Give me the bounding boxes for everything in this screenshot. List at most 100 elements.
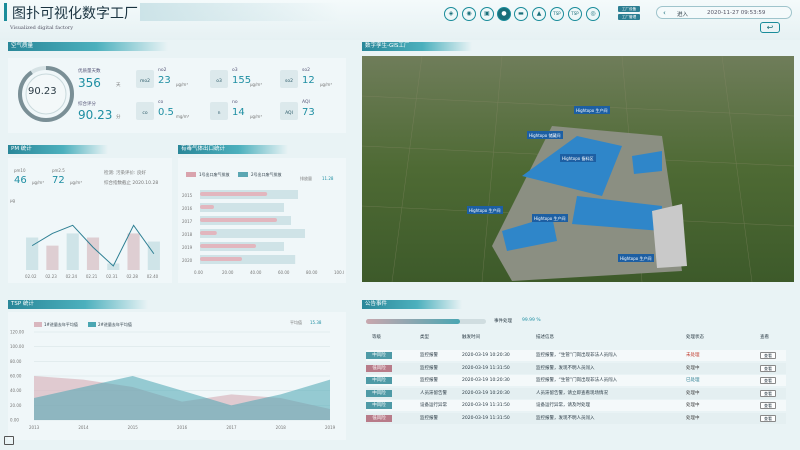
excellent-days-unit: 天 [116,83,121,88]
tsp-xtick: 2018 [276,425,287,430]
table-row[interactable]: 中风险 监控报警 2020-03-19 10:20:30 监控报警，“生管”门岗出现非… [366,350,786,361]
tsp-header: TSP 统计 [8,300,148,309]
factory-equipment-button[interactable]: 工厂设备 [618,6,640,12]
pm-bar [26,237,39,270]
risk-badge: 低风险 [366,414,392,422]
pm10-unit: μg/m³ [32,180,44,185]
view-button[interactable]: 查看 [760,352,776,359]
events-table-header: 等级 类型 触发时间 描述信息 处理状态 查看 [366,334,786,344]
view-button[interactable]: 查看 [760,389,776,397]
AQI-icon: AQI [280,102,298,120]
pm-desc-1: 检测: 污染评价: 良好 [104,171,146,176]
back-button[interactable]: ↩ [760,22,780,33]
excellent-days-label: 优质量天数 [78,69,101,74]
event-time: 2020-03-19 11:31:50 [462,365,510,371]
table-row[interactable]: 低风险 监控报警 2020-03-19 11:31:50 监控报警，发现不明人员闯入 处… [366,412,786,424]
gis-building-label[interactable]: Hightopo 生产间 [576,107,607,113]
view-button[interactable]: 查看 [760,414,776,422]
hazard-legend-1: 1号出口废气排放 [199,172,230,177]
tsp-icon[interactable]: TSP [550,7,564,21]
hazard-ytick: 2019 [182,245,193,250]
pm-bar [147,241,160,270]
aq-name: o3 [232,68,238,73]
datetime-text: 2020-11-27 09:53:59 [707,10,766,16]
tsp-chart: 0.00 20.00 40.00 60.00 80.00 100.00 120.00 2013… [10,330,336,431]
excellent-days-value: 356 [78,76,101,90]
aq-name: no2 [158,68,167,73]
event-type: 设备运行异常 [420,403,447,408]
view-button[interactable]: 查看 [760,402,776,409]
col-status: 处理状态 [686,335,704,340]
hazard-value: 11.28 [322,176,334,181]
hazard-bar-1 [200,257,242,261]
event-status: 处理中 [686,390,700,396]
tsp2-icon[interactable]: TSP [568,7,582,21]
risk-badge: 中风险 [366,389,392,397]
risk-badge: 中风险 [366,352,392,359]
progress-label: 事件处理 [494,319,512,324]
tsp-ytick: 40.00 [10,388,22,393]
aq-unit: mg/m³ [176,114,190,119]
event-status: 处理中 [686,415,700,421]
aq-name: AQI [302,100,310,105]
event-time: 2020-03-19 10:20:30 [462,353,510,358]
legend-swatch-2 [238,172,248,177]
gis-building-label[interactable]: Hightopo 生产间 [620,255,651,261]
table-row[interactable]: 低风险 监控报警 2020-03-19 11:31:50 监控报警，发现不明人员闯入 处… [366,362,786,374]
pm-bar [46,245,59,270]
hazard-xtick: 0.00 [194,270,203,275]
hazard-xtick: 100.00 [334,270,344,275]
image-icon[interactable]: ▣ [480,7,494,21]
chevron-left-icon[interactable]: ‹ [663,9,666,17]
gis-building-label[interactable]: Hightopo 储藏间 [529,132,560,138]
gis-building-label[interactable]: Hightopo 备料区 [562,155,593,161]
aq-item-co: co co 0.5 mg/m³ [136,100,196,124]
pm25-unit: μg/m³ [70,180,82,185]
tsp-legend-swatch-1 [34,322,42,327]
camera-icon[interactable]: ◉ [462,7,476,21]
hazard-header: 有毒气体出口统计 [178,145,288,154]
pm-bar [127,233,140,270]
shield-icon[interactable]: ◈ [444,7,458,21]
aq-item-o3: o3 o3 155 μg/m³ [210,68,270,92]
gis-building-label[interactable]: Hightopo 生产间 [534,215,565,221]
aq-value: 155 [232,75,252,86]
event-time: 2020-03-19 11:31:50 [462,403,510,408]
risk-badge: 中风险 [366,402,392,409]
aq-unit: μg/m³ [250,114,262,119]
event-progress-fill [366,319,460,324]
event-type: 人员滞留告警 [420,390,447,396]
pm-desc-2: 综合指数截止 2020.10.28 [104,181,159,186]
tsp-xtick: 2017 [226,425,237,430]
view-button[interactable]: 查看 [760,364,776,372]
tsp-ytick: 120.00 [10,330,24,335]
gis-map-view[interactable]: Hightopo 生产间 Hightopo 储藏间 Hightopo 备料区 High… [362,56,794,282]
gis-building-label[interactable]: Hightopo 生产间 [469,207,500,213]
factory-management-button[interactable]: 工厂管理 [618,14,640,20]
truck-icon[interactable]: ▬ [514,7,528,21]
hazard-bar-1 [200,231,217,235]
table-row[interactable]: 中风险 监控报警 2020-03-19 10:20:30 监控报警，“生管”门岗出现非… [366,375,786,386]
droplet-icon[interactable]: ● [497,7,511,21]
event-time: 2020-03-19 10:20:30 [462,390,510,396]
aq-unit: μg/m³ [250,82,262,87]
pm-xtick: 02.02 [25,274,37,279]
view-button[interactable]: 查看 [760,377,776,384]
table-row[interactable]: 中风险 人员滞留告警 2020-03-19 10:20:30 人员滞留告警，请立即查看… [366,387,786,399]
tsp-xtick: 2015 [128,425,139,430]
no-icon: n [210,102,228,120]
event-status: 已处理 [686,378,700,383]
events-header: 公告事件 [362,300,462,309]
aq-value: 73 [302,107,315,118]
legend-swatch-1 [186,172,196,177]
aq-item-no: n no 14 μg/m³ [210,100,270,124]
fullscreen-icon[interactable] [4,436,14,445]
table-row[interactable]: 中风险 设备运行异常 2020-03-19 11:31:50 设备运行异常，请及时处理… [366,400,786,411]
hazard-xtick: 80.00 [306,270,318,275]
layers-icon[interactable]: ◎ [586,7,600,21]
pm-header: PM 统计 [8,145,108,154]
factory-icon[interactable]: ▲ [532,7,546,21]
tsp-avg-label: 平均值 [290,320,302,325]
col-time: 触发时间 [462,335,480,340]
event-time: 2020-03-19 10:20:30 [462,378,510,383]
